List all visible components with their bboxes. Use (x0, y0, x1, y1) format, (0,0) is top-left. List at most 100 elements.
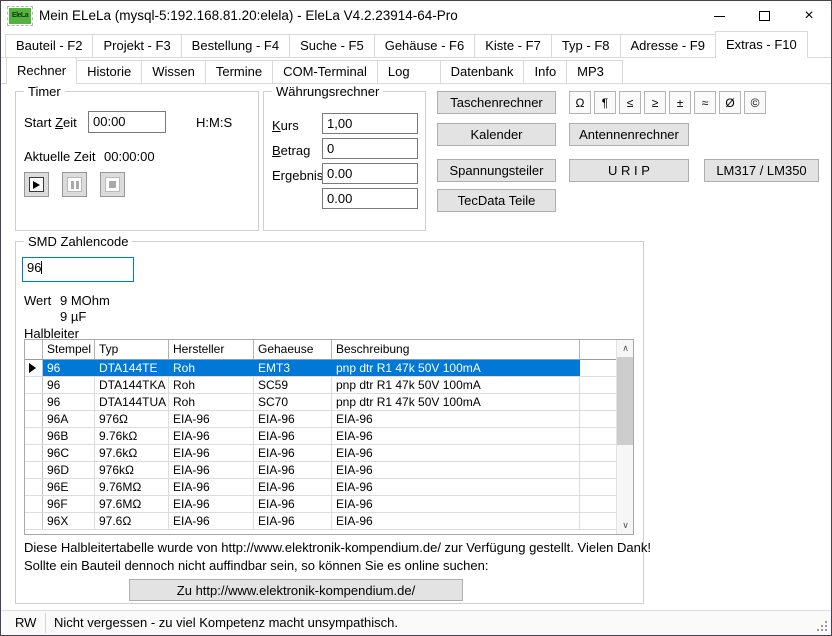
tab-termine[interactable]: Termine (206, 60, 273, 83)
wert-label: Wert (24, 293, 51, 308)
scroll-down-icon[interactable]: ∨ (617, 517, 634, 534)
tab-historie[interactable]: Historie (77, 60, 142, 83)
title-bar: EleLa Mein ELeLa (mysql-5:192.168.81.20:… (1, 1, 831, 31)
table-row[interactable]: 96C97.6kΩEIA-96EIA-96EIA-96 (25, 445, 616, 462)
symbol-button-5[interactable]: ≈ (694, 91, 716, 114)
table-cell: EIA-96 (332, 445, 580, 461)
tab-extras-f10[interactable]: Extras - F10 (715, 31, 808, 58)
tab-log[interactable]: Log (378, 60, 441, 83)
tab-com-terminal[interactable]: COM-Terminal (273, 60, 378, 83)
kalender-button[interactable]: Kalender (437, 123, 556, 146)
row-filler-cell (580, 462, 616, 478)
table-cell: 96X (43, 513, 95, 529)
kurs-input[interactable]: 1,00 (322, 113, 418, 134)
scrollbar-thumb[interactable] (617, 357, 634, 445)
table-row[interactable]: 96DTA144TKARohSC59pnp dtr R1 47k 50V 100… (25, 377, 616, 394)
timer-start-button[interactable] (24, 172, 49, 197)
start-zeit-input[interactable]: 00:00 (88, 111, 166, 133)
timer-group: Timer Start Zeit 00:00 H:M:S Aktuelle Ze… (15, 91, 259, 231)
tab-wissen[interactable]: Wissen (142, 60, 206, 83)
table-row[interactable]: 96DTA144TUARohSC70pnp dtr R1 47k 50V 100… (25, 394, 616, 411)
ergebnis2-output[interactable]: 0.00 (322, 188, 418, 209)
symbol-button-3[interactable]: ≥ (644, 91, 666, 114)
statusbar-message: Nicht vergessen - zu viel Kompetenz mach… (54, 611, 398, 636)
tab-info[interactable]: Info (524, 60, 567, 83)
tecdata-teile-button[interactable]: TecData Teile (437, 189, 556, 212)
window-title: Mein ELeLa (mysql-5:192.168.81.20:elela)… (39, 1, 458, 31)
table-cell: SC70 (254, 394, 332, 410)
resize-grip-icon[interactable] (825, 629, 827, 631)
tab-bauteil-f2[interactable]: Bauteil - F2 (5, 34, 93, 57)
betrag-label: Betrag (272, 143, 310, 158)
tab-adresse-f9[interactable]: Adresse - F9 (621, 34, 716, 57)
table-cell: 96B (43, 428, 95, 444)
tab-rechner[interactable]: Rechner (6, 57, 77, 84)
close-button[interactable]: × (787, 1, 831, 31)
ergebnis-output[interactable]: 0.00 (322, 163, 418, 184)
betrag-input[interactable]: 0 (322, 138, 418, 159)
symbol-button-4[interactable]: ± (669, 91, 691, 114)
symbol-button-2[interactable]: ≤ (619, 91, 641, 114)
table-cell: EIA-96 (169, 496, 254, 512)
app-icon: EleLa (9, 8, 31, 24)
table-cell: EIA-96 (169, 445, 254, 461)
column-header-typ[interactable]: Typ (95, 340, 169, 359)
table-cell: EIA-96 (169, 411, 254, 427)
taschenrechner-button[interactable]: Taschenrechner (437, 91, 556, 114)
scroll-up-icon[interactable]: ∧ (617, 340, 634, 357)
row-indicator-cell (25, 462, 43, 478)
column-header-stempel[interactable]: Stempel (43, 340, 95, 359)
table-cell: EIA-96 (254, 428, 332, 444)
spannungsteiler-button[interactable]: Spannungsteiler (437, 159, 556, 182)
table-cell: EIA-96 (169, 428, 254, 444)
table-cell: EIA-96 (254, 462, 332, 478)
row-indicator-cell (25, 394, 43, 410)
table-row[interactable]: 96E9.76MΩEIA-96EIA-96EIA-96 (25, 479, 616, 496)
table-cell: 96A (43, 411, 95, 427)
tab-bestellung-f4[interactable]: Bestellung - F4 (182, 34, 290, 57)
maximize-button[interactable] (742, 1, 786, 31)
start-zeit-label: Start Zeit (24, 115, 77, 130)
minimize-button[interactable] (697, 1, 741, 31)
symbol-button-1[interactable]: ¶ (594, 91, 616, 114)
timer-pause-button[interactable] (62, 172, 87, 197)
table-row[interactable]: 96B9.76kΩEIA-96EIA-96EIA-96 (25, 428, 616, 445)
column-header-beschreibung[interactable]: Beschreibung (332, 340, 580, 359)
timer-stop-button[interactable] (100, 172, 125, 197)
table-row[interactable]: 96X97.6ΩEIA-96EIA-96EIA-96 (25, 513, 616, 530)
table-cell: pnp dtr R1 47k 50V 100mA (332, 360, 580, 376)
urip-button[interactable]: U R I P (569, 159, 689, 182)
tab-datenbank[interactable]: Datenbank (441, 60, 525, 83)
tab-mp3[interactable]: MP3 (567, 60, 623, 83)
table-cell: 96D (43, 462, 95, 478)
db-mode-indicator: RW (15, 611, 36, 636)
tab-kiste-f7[interactable]: Kiste - F7 (475, 34, 552, 57)
table-cell: EIA-96 (169, 479, 254, 495)
lm317-lm350-button[interactable]: LM317 / LM350 (704, 159, 819, 182)
symbol-button-7[interactable]: © (744, 91, 766, 114)
column-header-gehaeuse[interactable]: Gehaeuse (254, 340, 332, 359)
row-indicator-cell (25, 445, 43, 461)
table-row[interactable]: 96D976kΩEIA-96EIA-96EIA-96 (25, 462, 616, 479)
column-header-hersteller[interactable]: Hersteller (169, 340, 254, 359)
table-row[interactable]: 96A976ΩEIA-96EIA-96EIA-96 (25, 411, 616, 428)
table-row[interactable]: 96F97.6MΩEIA-96EIA-96EIA-96 (25, 496, 616, 513)
credit-line-2: Sollte ein Bauteil dennoch nicht auffind… (24, 558, 488, 573)
tab-typ-f8[interactable]: Typ - F8 (552, 34, 621, 57)
table-vertical-scrollbar[interactable]: ∧ ∨ (616, 340, 633, 534)
ergebnis-label: Ergebnis (272, 168, 323, 183)
kurs-label: Kurs (272, 118, 299, 133)
row-filler-cell (580, 513, 616, 529)
kompendium-link-button[interactable]: Zu http://www.elektronik-kompendium.de/ (129, 579, 463, 601)
tab-geh-use-f6[interactable]: Gehäuse - F6 (375, 34, 476, 57)
table-cell: 96 (43, 360, 95, 376)
table-row[interactable]: 96DTA144TERohEMT3pnp dtr R1 47k 50V 100m… (25, 360, 616, 377)
table-cell: EIA-96 (254, 445, 332, 461)
symbol-button-6[interactable]: Ø (719, 91, 741, 114)
tab-projekt-f3[interactable]: Projekt - F3 (93, 34, 181, 57)
smd-code-input[interactable]: 96 (22, 257, 134, 282)
symbol-button-0[interactable]: Ω (569, 91, 591, 114)
table-cell: DTA144TUA (95, 394, 169, 410)
antennenrechner-button[interactable]: Antennenrechner (569, 123, 689, 146)
tab-suche-f5[interactable]: Suche - F5 (290, 34, 375, 57)
